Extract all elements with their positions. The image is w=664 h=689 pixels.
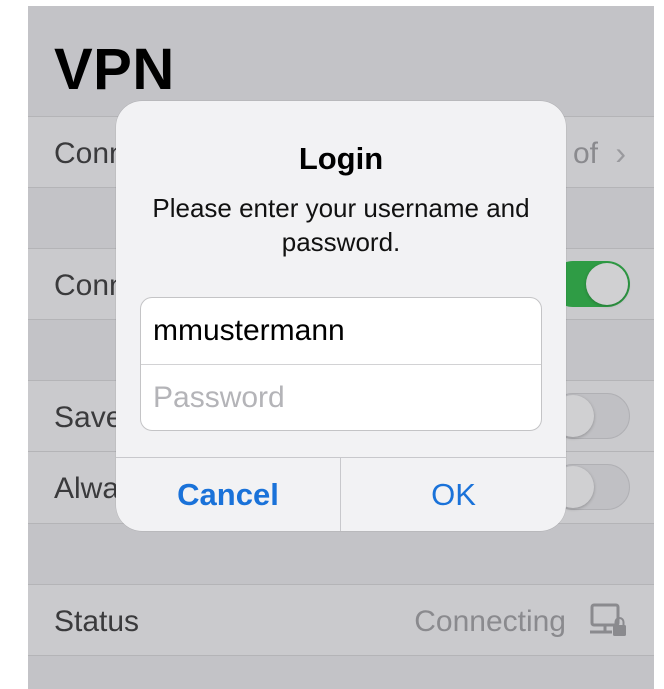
network-lock-icon xyxy=(590,603,626,636)
username-field[interactable] xyxy=(141,298,541,365)
status-row-label: Status xyxy=(54,605,140,638)
ok-button[interactable]: OK xyxy=(341,458,566,531)
config-row-value: of xyxy=(572,137,598,170)
alert-title: Login xyxy=(298,141,384,176)
login-fields xyxy=(140,297,542,431)
password-field[interactable] xyxy=(141,365,541,430)
alert-message: Please enter your username and password. xyxy=(152,193,530,257)
save-row-label: Save xyxy=(54,401,123,434)
alert-buttons: Cancel OK xyxy=(116,457,566,531)
chevron-right-icon: › xyxy=(615,135,626,171)
status-row: Status Connecting xyxy=(28,584,654,656)
status-value: Connecting xyxy=(414,605,566,638)
login-alert: Login Please enter your username and pas… xyxy=(116,101,566,531)
page-title: VPN xyxy=(54,37,175,102)
cancel-button[interactable]: Cancel xyxy=(116,458,341,531)
toggle-knob xyxy=(586,263,628,305)
